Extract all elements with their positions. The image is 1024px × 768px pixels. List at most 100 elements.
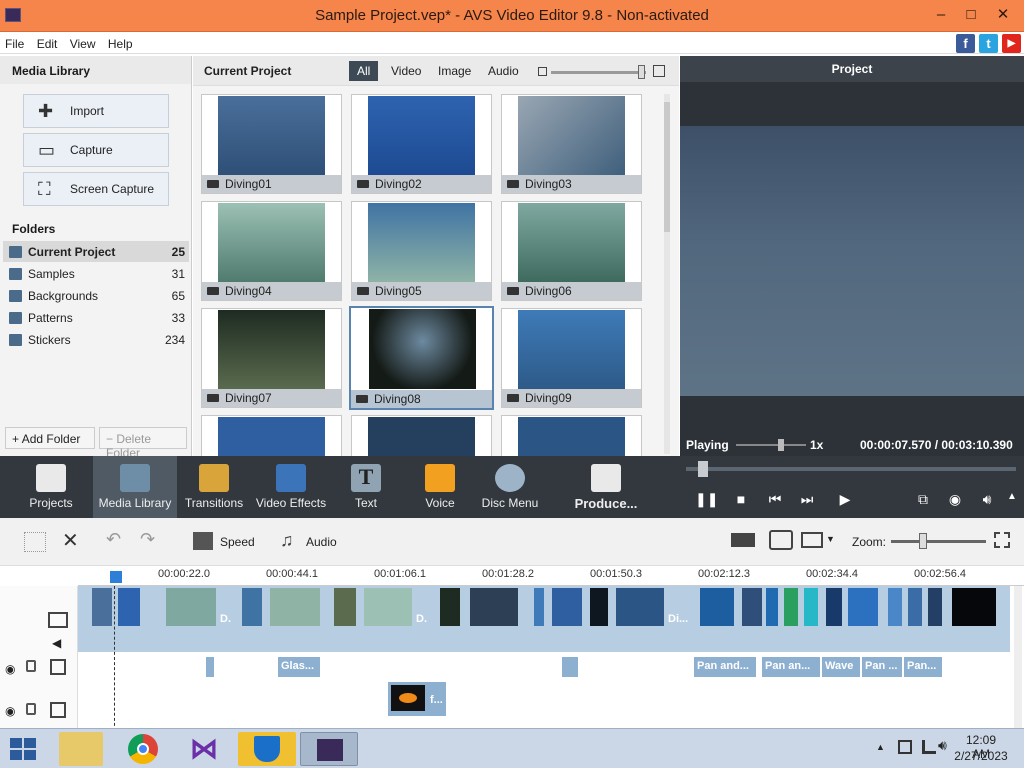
filter-tab-audio[interactable]: Audio [480,61,527,81]
effect-clip[interactable]: Pan ... [862,657,902,677]
redo-icon[interactable]: ↷ [140,529,155,550]
folder-backgrounds[interactable]: Backgrounds 65 [3,285,189,306]
add-folder-button[interactable]: + Add Folder [5,427,95,449]
video-clip[interactable] [804,588,818,626]
timeline-vertical-scrollbar[interactable] [1014,586,1022,731]
stop-button[interactable]: ■ [731,491,751,507]
next-frame-button[interactable]: ⏭ [797,491,817,508]
clock-date[interactable]: 2/27/2023 [951,749,1011,763]
video-clip[interactable] [534,588,544,626]
volume-tray-icon[interactable]: 🔊︎ [938,737,947,754]
pause-button[interactable]: ❚❚ [695,491,718,508]
facebook-icon[interactable]: f [956,34,975,53]
aspect-ratio-icon[interactable] [801,532,823,548]
video-clip[interactable] [166,588,216,626]
audio-mixer-icon[interactable] [769,530,793,550]
video-clip[interactable] [888,588,902,626]
fullscreen-play-button[interactable]: ▶ [835,491,855,508]
effect-clip[interactable]: Pan... [904,657,942,677]
undo-icon[interactable]: ↶ [106,529,121,550]
screen-capture-button[interactable]: ⛶ Screen Capture [23,172,169,206]
eye-icon[interactable]: ◉ [5,662,15,676]
video-preview[interactable] [680,126,1024,396]
import-button[interactable]: ✚ Import [23,94,169,128]
video-clip[interactable] [92,588,112,626]
folder-current-project[interactable]: Current Project 25 [3,241,189,262]
voice-button[interactable]: Voice [412,456,468,518]
video-clip[interactable] [742,588,762,626]
seek-handle[interactable] [698,461,708,477]
volume-icon[interactable]: 🔊︎ [977,491,997,508]
eye-icon[interactable]: ◉ [5,704,15,718]
scrollbar-thumb[interactable] [664,102,670,232]
effect-clip[interactable]: Glas... [278,657,320,677]
timeline-ruler[interactable]: 00:00:22.0 00:00:44.1 00:01:06.1 00:01:2… [78,566,1024,586]
folder-stickers[interactable]: Stickers 234 [3,329,189,350]
capture-button[interactable]: ▭ Capture [23,133,169,167]
video-clip[interactable] [364,588,412,626]
video-clip[interactable] [700,588,734,626]
speed-icon[interactable] [193,532,213,550]
speed-slider[interactable] [736,439,806,451]
detach-preview-button[interactable]: ⧉ [913,491,933,508]
media-item[interactable]: Diving07 [201,308,342,408]
video-clip[interactable] [470,588,518,626]
media-item[interactable] [351,415,492,457]
video-clip[interactable] [784,588,798,626]
avs-video-editor-taskbar-icon[interactable] [300,732,358,766]
effect-clip[interactable]: Pan an... [762,657,820,677]
zoom-slider-handle[interactable] [919,533,927,549]
media-item[interactable]: Diving06 [501,201,642,301]
media-item[interactable]: Diving09 [501,308,642,408]
disc-menu-button[interactable]: Disc Menu [478,456,542,518]
folder-patterns[interactable]: Patterns 33 [3,307,189,328]
zoom-slider[interactable] [891,533,986,549]
visual-studio-icon[interactable]: ⋈ [182,732,226,766]
media-item[interactable]: Diving02 [351,94,492,194]
fit-timeline-icon[interactable] [994,532,1010,548]
media-item[interactable] [501,415,642,457]
delete-x-icon[interactable]: ✕ [62,528,79,553]
effect-clip[interactable]: Wave [822,657,860,677]
video-clip[interactable] [242,588,262,626]
effect-clip[interactable]: Pan and... [694,657,756,677]
slider-handle[interactable] [638,65,645,79]
playback-seek-bar[interactable] [686,461,1016,477]
video-clip[interactable] [616,588,664,626]
video-clip[interactable] [118,588,140,626]
menu-file[interactable]: File [0,32,28,51]
effects-track[interactable]: Glas... Pan and... Pan an... Wave Pan ..… [78,654,1010,680]
volume-expand-arrow-icon[interactable]: ▲ [1002,491,1022,502]
video-clip[interactable] [440,588,460,626]
video-effects-button[interactable]: Video Effects [252,456,330,518]
previous-frame-button[interactable]: ⏮ [765,491,785,508]
menu-help[interactable]: Help [103,32,137,51]
video-clip[interactable] [766,588,778,626]
thumbnail-size-slider[interactable] [551,65,646,79]
lock-icon[interactable] [26,660,36,672]
video-clip[interactable] [908,588,922,626]
speed-button-label[interactable]: Speed [220,535,255,549]
effect-clip[interactable] [206,657,214,677]
aspect-dropdown-arrow-icon[interactable]: ▼ [826,534,835,544]
menu-edit[interactable]: Edit [32,32,62,51]
projects-button[interactable]: Projects [8,456,94,518]
media-item[interactable]: Diving01 [201,94,342,194]
twitter-icon[interactable]: t [979,34,998,53]
chrome-icon[interactable] [121,732,165,766]
video-clip[interactable] [552,588,582,626]
transitions-button[interactable]: Transitions [178,456,250,518]
maximize-button[interactable]: □ [956,4,986,26]
playhead-marker[interactable] [110,571,122,583]
video-clip[interactable] [952,588,996,626]
storyboard-icon[interactable] [24,532,46,552]
video-clip[interactable] [928,588,942,626]
menu-view[interactable]: View [65,32,100,51]
media-item[interactable]: Diving04 [201,201,342,301]
media-item[interactable]: Diving03 [501,94,642,194]
split-icon[interactable] [731,533,755,547]
network-icon[interactable] [898,740,912,754]
minimize-button[interactable]: – [926,4,956,26]
close-button[interactable]: ✕ [988,4,1018,26]
speaker-icon[interactable]: ◀ [52,636,61,650]
